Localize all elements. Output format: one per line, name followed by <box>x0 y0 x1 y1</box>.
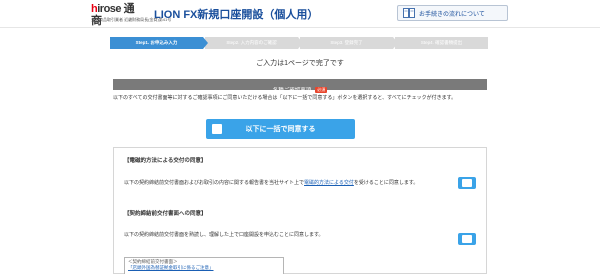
hirose-logo[interactable]: hirose 通商 金融商品取引業者 近畿財務局長(金商)第41号 <box>91 3 171 27</box>
required-badge: 必須 <box>315 87 328 93</box>
step-3: Step3. 登録完了 <box>300 37 398 49</box>
progress-steps: Step1. お申込み入力 Step2. 入力内容のご確認 Step3. 登録完… <box>110 37 490 49</box>
completion-notice: ご入力は1ページで完了です <box>256 60 344 67</box>
agree-all-checkbox[interactable] <box>212 124 222 134</box>
page-header: hirose 通商 金融商品取引業者 近畿財務局長(金商)第41号 LION F… <box>0 0 600 28</box>
fx-notice-document-link[interactable]: 「店頭外国為替証拠金取引に係るご注意」 <box>125 265 283 271</box>
document-list-box: ＜契約締結前交付書面＞ 「店頭外国為替証拠金取引に係るご注意」 <box>124 257 284 274</box>
consent-panel: 【電磁的方法による交付の同意】 以下の契約締結前交付書面およびお取引の内容に関す… <box>113 147 487 274</box>
electronic-delivery-link[interactable]: 電磁的方法による交付 <box>304 180 354 186</box>
pre-contract-doc-title: 【契約締結前交付書面への同意】 <box>124 211 207 217</box>
electronic-delivery-checkbox[interactable] <box>458 177 476 189</box>
pre-contract-doc-desc: 以下の契約締結前交付書面を熟読し、理解した上で口座開設を申込むことに同意します。 <box>124 232 324 238</box>
document-list-heading: ＜契約締結前交付書面＞ <box>128 259 178 264</box>
page-title: LION FX新規口座開設（個人用） <box>154 9 319 21</box>
procedure-flow-button[interactable]: お手続きの流れについて <box>397 5 508 21</box>
agree-all-label: 以下に一括で同意する <box>245 126 316 133</box>
agree-all-button[interactable]: 以下に一括で同意する <box>206 119 355 139</box>
step-1: Step1. お申込み入力 <box>110 37 208 49</box>
instructions-text: 以下のすべての交付書面等に対するご確認事項にご同意いただける場合は「以下に一括で… <box>113 95 457 101</box>
electronic-delivery-desc: 以下の契約締結前交付書面およびお取引の内容に関する報告書を当社サイト上で電磁的方… <box>124 179 418 186</box>
electronic-delivery-text-end: を受けることに同意します。 <box>353 180 419 186</box>
step-4: Step4. 確認書類提出 <box>395 37 488 49</box>
logo-text: irose 通商 <box>91 3 135 27</box>
pre-contract-doc-checkbox[interactable] <box>458 233 476 245</box>
electronic-delivery-text: 以下の契約締結前交付書面およびお取引の内容に関する報告書を当社サイト上で <box>124 180 305 186</box>
book-icon <box>403 8 415 18</box>
step-2: Step2. 入力内容のご確認 <box>205 37 303 49</box>
procedure-flow-label: お手続きの流れについて <box>419 11 485 18</box>
section-header: 各種ご確認事項 必須 <box>113 79 487 94</box>
logo-wordmark: hirose 通商 <box>91 3 143 27</box>
electronic-delivery-title: 【電磁的方法による交付の同意】 <box>124 158 207 164</box>
